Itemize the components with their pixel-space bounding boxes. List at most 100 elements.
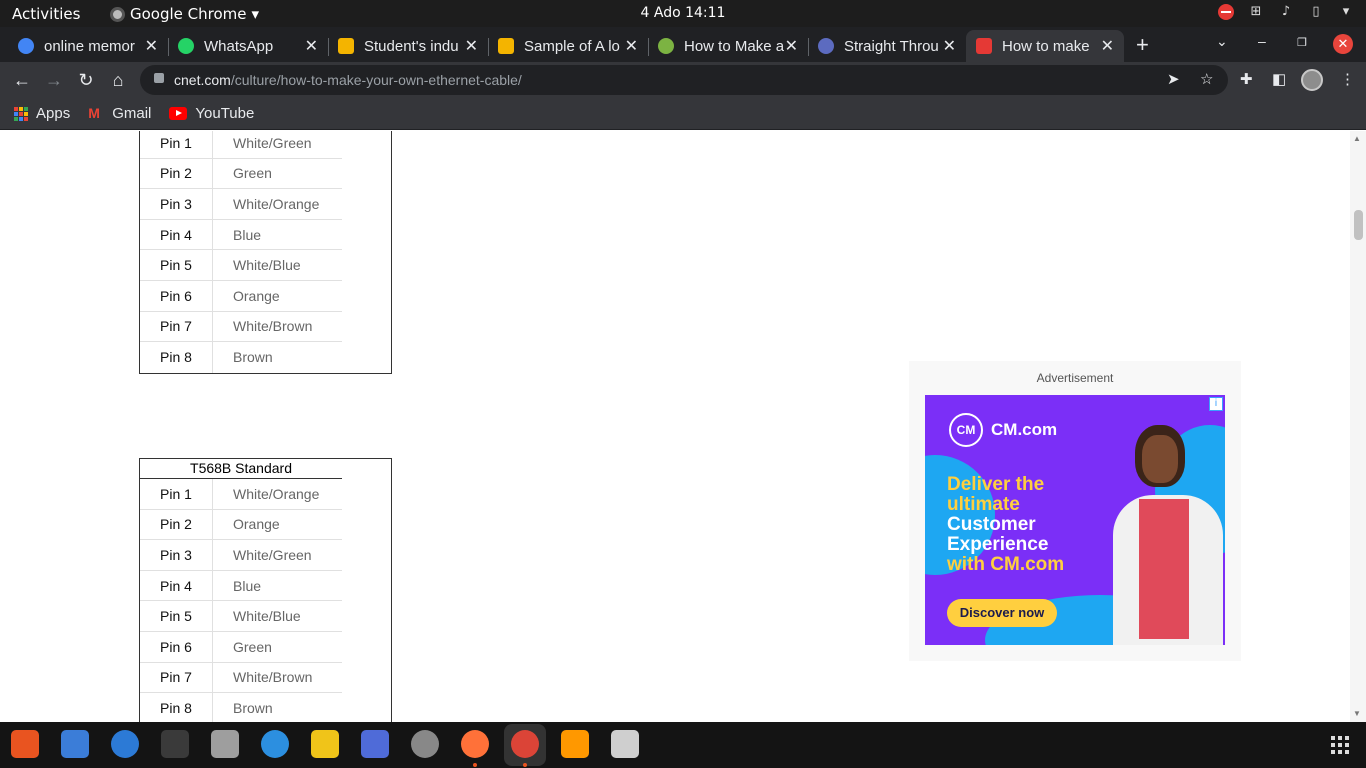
terminal-icon[interactable]	[161, 730, 189, 758]
wire-color: Blue	[233, 577, 262, 594]
extensions-icon[interactable]: ✚	[1240, 70, 1253, 88]
ad-banner[interactable]: CM CM.com Deliver the ultimate Customer …	[925, 395, 1225, 645]
tab-6[interactable]: Straight Throu ✕	[808, 30, 966, 62]
table-row: Pin 5 White/Blue	[140, 250, 342, 281]
chrome-icon[interactable]	[511, 730, 539, 767]
close-icon[interactable]: ✕	[1101, 36, 1114, 56]
close-icon[interactable]: ✕	[625, 36, 638, 56]
wire-color: White/Green	[233, 546, 312, 563]
page-scrollbar[interactable]: ▲ ▼	[1350, 131, 1366, 722]
side-panel-icon[interactable]: ◧	[1272, 70, 1286, 88]
forward-icon[interactable]: →	[42, 68, 66, 92]
dock	[0, 722, 1366, 768]
calculator-icon[interactable]	[611, 730, 639, 758]
ad-headline-line: Customer	[947, 514, 1036, 535]
tab-1[interactable]: online memor ✕	[8, 30, 169, 62]
pin-number: Pin 7	[140, 662, 213, 693]
pin-number: Pin 2	[140, 509, 213, 540]
bookmark-star-icon[interactable]: ☆	[1200, 70, 1213, 88]
scroll-down-icon[interactable]: ▼	[1353, 709, 1361, 718]
ad-cta-button[interactable]: Discover now	[947, 599, 1057, 627]
tab-strip: online memor ✕ WhatsApp ✕ Student's indu…	[0, 27, 1366, 62]
wire-color: White/Orange	[233, 195, 320, 212]
close-icon[interactable]: ✕	[465, 36, 478, 56]
network-icon[interactable]: ⊞	[1248, 4, 1264, 20]
wire-color: Blue	[233, 226, 262, 243]
profile-avatar[interactable]	[1301, 69, 1323, 91]
home-icon[interactable]: ⌂	[106, 68, 130, 92]
ad-headline: Deliver the ultimate Customer Experience…	[947, 475, 1117, 575]
close-window-button[interactable]: ✕	[1333, 34, 1353, 54]
close-icon[interactable]: ✕	[943, 36, 956, 56]
files-icon[interactable]	[211, 730, 239, 758]
pin-table-t568a: Pin 1 White/Green Pin 2 Green Pin 3 White/O…	[139, 131, 392, 374]
scroll-up-icon[interactable]: ▲	[1353, 134, 1361, 143]
tab-3[interactable]: Student's indu ✕	[328, 30, 489, 62]
tab-5[interactable]: How to Make a ✕	[648, 30, 809, 62]
pin-number: Pin 1	[140, 479, 213, 509]
wire-color: White/Green	[233, 134, 312, 151]
close-icon[interactable]: ✕	[145, 36, 158, 56]
table-row: Pin 3 White/Green	[140, 540, 342, 571]
pin-number: Pin 6	[140, 631, 213, 662]
new-tab-button[interactable]: +	[1136, 32, 1149, 58]
text-editor-icon[interactable]	[61, 730, 89, 758]
back-icon[interactable]: ←	[10, 68, 34, 92]
url-text[interactable]: cnet.com/culture/how-to-make-your-own-et…	[174, 72, 522, 88]
show-applications-icon[interactable]	[1331, 736, 1349, 754]
table-row: Pin 1 White/Green	[140, 131, 342, 159]
bookmark-gmail[interactable]: Gmail	[88, 105, 151, 123]
reload-icon[interactable]: ↻	[74, 68, 98, 92]
bookmark-youtube[interactable]: YouTube	[169, 105, 254, 122]
table-row: Pin 8 Brown	[140, 342, 342, 373]
settings-icon[interactable]	[411, 730, 439, 758]
table-row: Pin 5 White/Blue	[140, 601, 342, 632]
apps-grid-icon	[14, 106, 28, 121]
pin-number: Pin 8	[140, 693, 213, 722]
browser-toolbar: ← → ↻ ⌂ cnet.com/culture/how-to-make-you…	[0, 62, 1366, 98]
google-icon	[18, 38, 34, 54]
chevron-down-icon[interactable]: ▾	[1338, 4, 1354, 20]
lock-icon[interactable]	[154, 73, 164, 83]
close-icon[interactable]: ✕	[305, 36, 318, 56]
do-not-disturb-icon[interactable]	[1218, 4, 1234, 20]
close-icon[interactable]: ✕	[785, 36, 798, 56]
scroll-thumb[interactable]	[1354, 210, 1363, 240]
send-to-device-icon[interactable]: ➤	[1167, 70, 1180, 88]
battery-icon[interactable]: ▯	[1308, 4, 1324, 20]
tab-search-icon[interactable]: ⌄	[1216, 33, 1228, 50]
table-row: Pin 6 Orange	[140, 280, 342, 312]
tab-4[interactable]: Sample of A lo ✕	[488, 30, 649, 62]
pin-table-t568b: T568B Standard Pin 1 White/Orange Pin 2 Or…	[139, 458, 392, 722]
system-tray[interactable]: ⊞ ♪ ▯ ▾	[1218, 4, 1354, 20]
ad-info-icon[interactable]: i	[1209, 397, 1223, 411]
pin-number: Pin 8	[140, 342, 213, 373]
ad-headline-line: ultimate	[947, 494, 1020, 515]
tab-7-active[interactable]: How to make ✕	[966, 30, 1124, 62]
system-top-bar: Activities Google Chrome ▾ 4 Ado 14:11 ⊞…	[0, 0, 1366, 27]
tab-2[interactable]: WhatsApp ✕	[168, 30, 329, 62]
table-row: Pin 7 White/Brown	[140, 311, 342, 343]
screenshot-icon[interactable]	[361, 730, 389, 758]
restore-button[interactable]: ❐	[1297, 36, 1307, 49]
bookmark-apps[interactable]: Apps	[14, 105, 70, 122]
menu-dots-icon[interactable]: ⋮	[1340, 70, 1355, 88]
rhythmbox-icon[interactable]	[311, 730, 339, 758]
volume-icon[interactable]: ♪	[1278, 4, 1294, 20]
help-icon[interactable]	[261, 730, 289, 758]
table-row: Pin 6 Green	[140, 631, 342, 663]
clock[interactable]: 4 Ado 14:11	[0, 5, 1366, 21]
slides-icon	[498, 38, 514, 54]
address-bar[interactable]: cnet.com/culture/how-to-make-your-own-et…	[140, 65, 1228, 95]
thunderbird-icon[interactable]	[111, 730, 139, 758]
minimize-button[interactable]: –	[1258, 33, 1266, 49]
sublime-text-icon[interactable]	[561, 730, 589, 758]
table-row: Pin 8 Brown	[140, 693, 342, 722]
firefox-icon[interactable]	[461, 730, 489, 767]
advertisement-container: Advertisement CM CM.com Deliver the ulti…	[909, 361, 1241, 661]
tab-title: How to Make a	[684, 37, 784, 55]
bookmark-label: YouTube	[195, 105, 255, 122]
ad-headline-line: with CM.com	[947, 554, 1065, 575]
pin-number: Pin 1	[140, 131, 213, 158]
software-center-icon[interactable]	[11, 730, 39, 758]
